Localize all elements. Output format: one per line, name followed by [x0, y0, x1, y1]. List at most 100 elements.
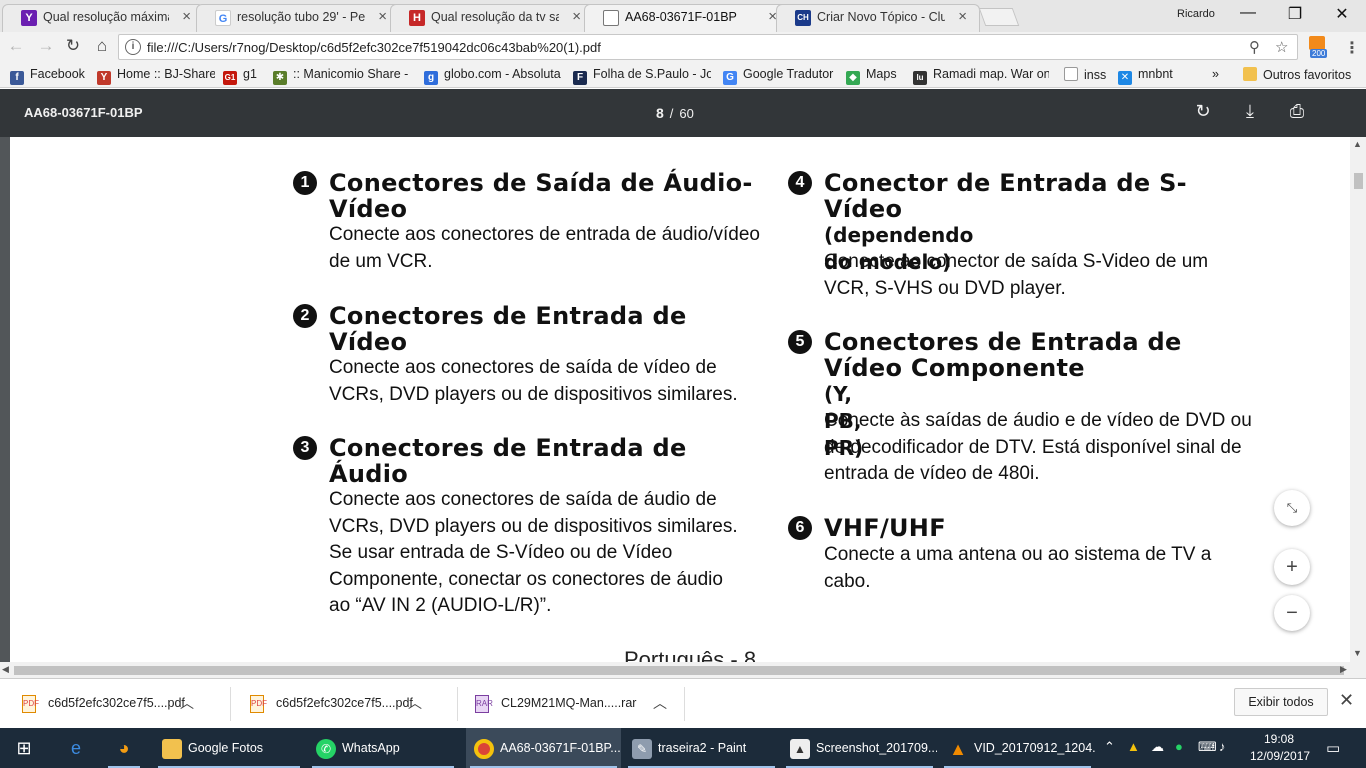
bookmarks-overflow-icon[interactable]: » — [1212, 67, 1226, 81]
rss-icon — [1309, 36, 1325, 50]
windows-start-icon[interactable]: ⊞ — [0, 728, 48, 768]
tab-pdf[interactable]: AA68-03671F-01BP × — [584, 4, 790, 32]
current-page-input[interactable]: 8 — [656, 105, 664, 121]
close-icon[interactable]: × — [958, 5, 967, 29]
x-icon: ✕ — [1118, 71, 1132, 85]
bookmark-inss[interactable]: inss — [1064, 67, 1110, 82]
taskbar-item-whatsapp[interactable]: ✆ WhatsApp — [308, 728, 458, 768]
home-icon[interactable]: ⌂ — [92, 36, 112, 56]
item-text: Conecte a uma antena ou ao sistema de TV… — [824, 544, 1212, 592]
chevron-up-icon[interactable]: ︿ — [653, 693, 667, 713]
zoom-out-button[interactable]: − — [1274, 595, 1310, 631]
taskbar-item-paint[interactable]: ✎ traseira2 - Paint — [624, 728, 779, 768]
scroll-left-icon[interactable]: ◀ — [2, 664, 9, 675]
bookmark-folha[interactable]: F Folha de S.Paulo - Jor — [573, 67, 711, 85]
back-icon[interactable]: ← — [6, 36, 26, 56]
forward-icon[interactable]: → — [36, 36, 56, 56]
item-number: 6 — [788, 516, 812, 540]
bookmark-mnbnt[interactable]: ✕ mnbnt — [1118, 67, 1180, 85]
close-window-icon[interactable]: ✕ — [1327, 4, 1357, 24]
download-name: c6d5f2efc302ce7f5....pdf — [276, 696, 413, 710]
new-tab-button[interactable] — [978, 8, 1020, 26]
close-icon[interactable]: × — [572, 5, 581, 29]
bookmark-bjshare[interactable]: Y Home :: BJ-Share — [97, 67, 215, 85]
taskbar-item-vlc[interactable]: ▲ VID_20170912_1204... — [940, 728, 1095, 768]
scroll-right-icon[interactable]: ▶ — [1340, 664, 1347, 675]
paint-icon: ✎ — [632, 738, 652, 759]
maps-icon: ◆ — [846, 71, 860, 85]
info-icon[interactable]: i — [125, 39, 141, 55]
downloads-shelf: PDF c6d5f2efc302ce7f5....pdf ︿ PDF c6d5f… — [0, 678, 1366, 728]
cloud-icon[interactable]: ☁ — [1151, 739, 1164, 755]
pdf-viewport[interactable]: 1 Conectores de Saída de Áudio-Vídeo Con… — [0, 137, 1366, 662]
close-icon[interactable]: × — [182, 5, 191, 29]
whatsapp-tray-icon[interactable]: ● — [1175, 739, 1183, 754]
pdf-file-icon: PDF — [250, 695, 267, 713]
network-icon[interactable]: ⌨ — [1198, 739, 1217, 755]
download-item[interactable]: PDF c6d5f2efc302ce7f5....pdf ︿ — [228, 689, 438, 719]
bookmark-globo[interactable]: g globo.com - Absoluta — [424, 67, 562, 85]
chevron-up-icon[interactable]: ︿ — [408, 693, 422, 713]
bookmark-maps[interactable]: ◆ Maps — [846, 67, 904, 85]
tab-google-search[interactable]: G resolução tubo 29' - Pesq × — [196, 4, 400, 32]
bookmark-star-icon[interactable]: ☆ — [1275, 38, 1288, 56]
download-item[interactable]: RAR CL29M21MQ-Man.....rar ︿ — [453, 689, 667, 719]
tab-clube-hardware[interactable]: CH Criar Novo Tópico - Club × — [776, 4, 980, 32]
print-icon[interactable]: ⎙ — [1285, 101, 1309, 122]
scroll-thumb[interactable] — [1354, 173, 1363, 189]
vertical-scrollbar[interactable]: ▲ ▼ — [1350, 137, 1366, 662]
other-bookmarks[interactable]: Outros favoritos — [1243, 67, 1366, 82]
taskbar-label: VID_20170912_1204... — [974, 741, 1095, 755]
tab-hardware[interactable]: H Qual resolução da tv san × — [390, 4, 594, 32]
address-bar[interactable]: i file:///C:/Users/r7nog/Desktop/c6d5f2e… — [118, 34, 1298, 60]
taskbar-item-google-fotos[interactable]: Google Fotos — [154, 728, 304, 768]
bookmark-facebook[interactable]: f Facebook — [10, 67, 92, 85]
rss-extension-icon[interactable]: 200 — [1308, 36, 1330, 60]
translate-icon: G — [723, 71, 737, 85]
item-text: Conecte às saídas de áudio e de vídeo de… — [824, 410, 1252, 485]
tab-label: Qual resolução máxima d — [43, 10, 169, 24]
menu-icon[interactable]: ⋮ — [1344, 38, 1360, 58]
minimize-icon[interactable]: — — [1233, 4, 1263, 22]
bookmark-liveuamap[interactable]: lu Ramadi map. War on — [913, 67, 1049, 85]
taskbar-item-chrome[interactable]: AA68-03671F-01BP... — [466, 728, 621, 768]
zoom-icon[interactable]: ⚲ — [1249, 38, 1260, 56]
google-drive-icon[interactable]: ▲ — [1127, 739, 1140, 754]
scroll-up-icon[interactable]: ▲ — [1353, 139, 1362, 149]
reload-icon[interactable]: ↻ — [63, 36, 83, 56]
edge-icon[interactable]: e — [56, 728, 96, 768]
show-all-downloads-button[interactable]: Exibir todos — [1234, 688, 1328, 716]
tab-label: AA68-03671F-01BP — [625, 10, 737, 24]
horizontal-scrollbar[interactable]: ◀ ▶ — [0, 662, 1366, 678]
rotate-icon[interactable]: ↻ — [1191, 101, 1215, 122]
download-item[interactable]: PDF c6d5f2efc302ce7f5....pdf ︿ — [0, 689, 210, 719]
chevron-up-icon[interactable]: ︿ — [180, 693, 194, 713]
zoom-in-button[interactable]: + — [1274, 549, 1310, 585]
bookmark-manicomio[interactable]: ✱:: Manicomio Share - — [273, 67, 409, 85]
close-icon[interactable]: ✕ — [1339, 690, 1354, 711]
item-number: 4 — [788, 171, 812, 195]
url-text[interactable]: file:///C:/Users/r7nog/Desktop/c6d5f2efc… — [147, 40, 601, 55]
notifications-icon[interactable]: ▭ — [1326, 739, 1340, 757]
scroll-down-icon[interactable]: ▼ — [1353, 648, 1362, 658]
bookmark-label: mnbnt — [1138, 67, 1173, 81]
volume-icon[interactable]: ♪ — [1219, 739, 1226, 754]
fit-page-button[interactable]: ⤡ — [1274, 490, 1310, 526]
chevron-up-icon[interactable]: ⌃ — [1104, 739, 1115, 755]
firefox-icon[interactable]: ◕ — [104, 728, 144, 768]
pdf-toolbar: AA68-03671F-01BP 8 / 60 ↻ ⤓ ⎙ — [0, 89, 1366, 137]
download-icon[interactable]: ⤓ — [1238, 101, 1262, 122]
item-heading: VHF/UHF — [824, 514, 946, 542]
tab-yahoo[interactable]: Y Qual resolução máxima d × — [2, 4, 204, 32]
restore-icon[interactable]: ❐ — [1280, 4, 1310, 24]
bookmark-tradutor[interactable]: G Google Tradutor — [723, 67, 837, 85]
system-clock[interactable]: 19:08 12/09/2017 — [1250, 731, 1310, 765]
item-heading: Conector de Entrada de S-Vídeo — [824, 169, 1187, 223]
yahoo-icon: Y — [21, 10, 37, 26]
taskbar-item-photos[interactable]: ▲ Screenshot_201709... — [782, 728, 937, 768]
bookmark-g1[interactable]: G1 g1 — [223, 67, 265, 85]
profile-name[interactable]: Ricardo — [1177, 8, 1215, 20]
close-icon[interactable]: × — [378, 5, 387, 29]
bookmark-label: inss — [1084, 68, 1107, 82]
scroll-thumb[interactable] — [14, 666, 1344, 675]
